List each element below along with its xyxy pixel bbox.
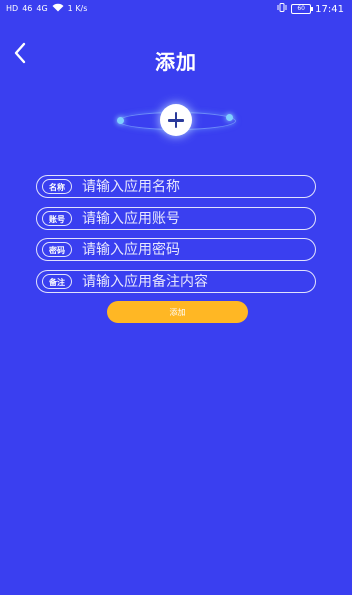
net-speed-unit: K/s [75, 4, 88, 13]
account-field-label: 账号 [42, 211, 72, 226]
net-speed: 1 K/s [68, 4, 88, 14]
signal-46-icon: 46 [22, 4, 33, 13]
note-field: 备注 [36, 270, 316, 293]
name-field: 名称 [36, 175, 316, 198]
status-bar: HD 46 4G 1 K/s 60 17:41 [0, 0, 352, 22]
status-time: 17:41 [315, 3, 344, 15]
account-field: 账号 [36, 207, 316, 230]
name-field-label: 名称 [42, 179, 72, 194]
note-field-label: 备注 [42, 274, 72, 289]
status-right: 60 17:41 [277, 3, 344, 15]
name-input[interactable] [82, 176, 305, 197]
wifi-icon [52, 3, 64, 15]
password-input[interactable] [82, 239, 305, 260]
password-field: 密码 [36, 238, 316, 261]
orbit-dot-left [117, 117, 124, 124]
vibrate-icon [277, 3, 287, 15]
net-speed-value: 1 [67, 4, 73, 13]
note-input[interactable] [82, 271, 305, 292]
add-icon-button[interactable] [160, 104, 192, 136]
password-field-label: 密码 [42, 242, 72, 257]
orbit-dot-right [226, 114, 233, 121]
battery-icon: 60 [291, 4, 314, 14]
signal-4g-icon: 4G [36, 4, 48, 13]
submit-add-button[interactable]: 添加 [107, 301, 248, 323]
page-title: 添加 [155, 50, 197, 74]
account-input[interactable] [82, 208, 305, 229]
hd-icon: HD [6, 4, 19, 13]
add-icon-area [108, 100, 244, 140]
status-left: HD 46 4G 1 K/s [6, 3, 87, 15]
